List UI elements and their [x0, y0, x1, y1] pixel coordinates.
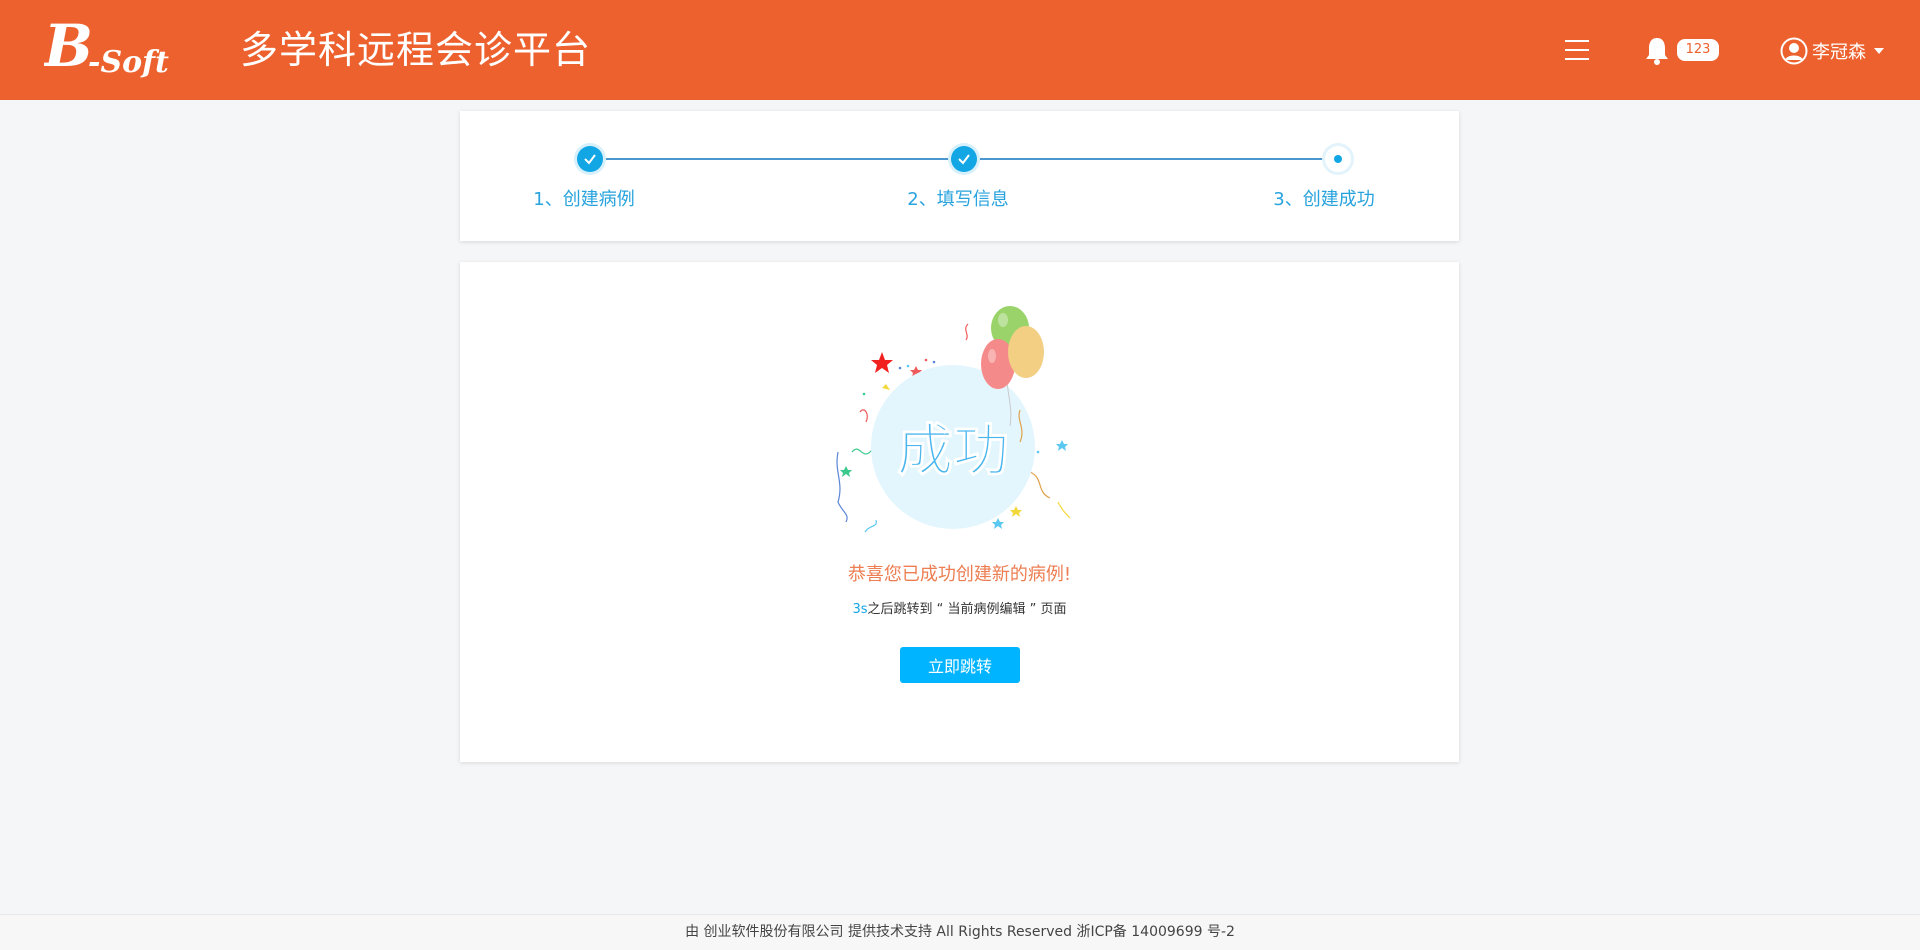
app-title: 多学科远程会诊平台: [240, 28, 592, 72]
countdown: 3s: [852, 602, 868, 617]
step-1-check-icon: [577, 146, 603, 172]
svg-text:-Soft: -Soft: [88, 45, 169, 80]
bsoft-logo: B -Soft: [44, 14, 169, 80]
redirect-text: 之后跳转到 “ 当前病例编辑 ” 页面: [867, 602, 1067, 617]
step-connector: [964, 158, 1338, 160]
step-1-label: 1、创建病例: [533, 189, 635, 210]
result-panel: 成功 恭喜您已成功创建新的病例! 3s之后跳转到 “ 当前病例编辑 ” 页面 立…: [460, 262, 1459, 762]
success-message: 恭喜您已成功创建新的病例!: [847, 564, 1072, 585]
step-3-current-dot: [1325, 146, 1351, 172]
user-menu[interactable]: 李冠森: [1780, 36, 1884, 66]
jump-now-button[interactable]: 立即跳转: [900, 647, 1020, 683]
step-2-label: 2、填写信息: [907, 189, 1009, 210]
footer: 由 创业软件股份有限公司 提供技术支持 All Rights Reserved …: [0, 914, 1920, 950]
redirect-notice: 3s之后跳转到 “ 当前病例编辑 ” 页面: [460, 598, 1459, 617]
user-name: 李冠森: [1812, 42, 1866, 63]
step-3-label: 3、创建成功: [1273, 189, 1375, 210]
top-header: B -Soft 多学科远程会诊平台 123 李冠森: [0, 0, 1920, 100]
menu-icon[interactable]: [1563, 36, 1591, 64]
step-2-check-icon: [951, 146, 977, 172]
svg-text:成功: 成功: [897, 419, 1009, 484]
user-avatar-icon: [1780, 37, 1808, 65]
bell-icon[interactable]: [1643, 36, 1671, 66]
svg-text:B: B: [44, 14, 93, 80]
success-illustration: 成功: [836, 306, 1071, 533]
steps-panel: 1、创建病例 2、填写信息 3、创建成功: [460, 111, 1459, 241]
notification-badge[interactable]: 123: [1677, 39, 1719, 61]
chevron-down-icon: [1874, 48, 1884, 54]
step-connector: [590, 158, 964, 160]
